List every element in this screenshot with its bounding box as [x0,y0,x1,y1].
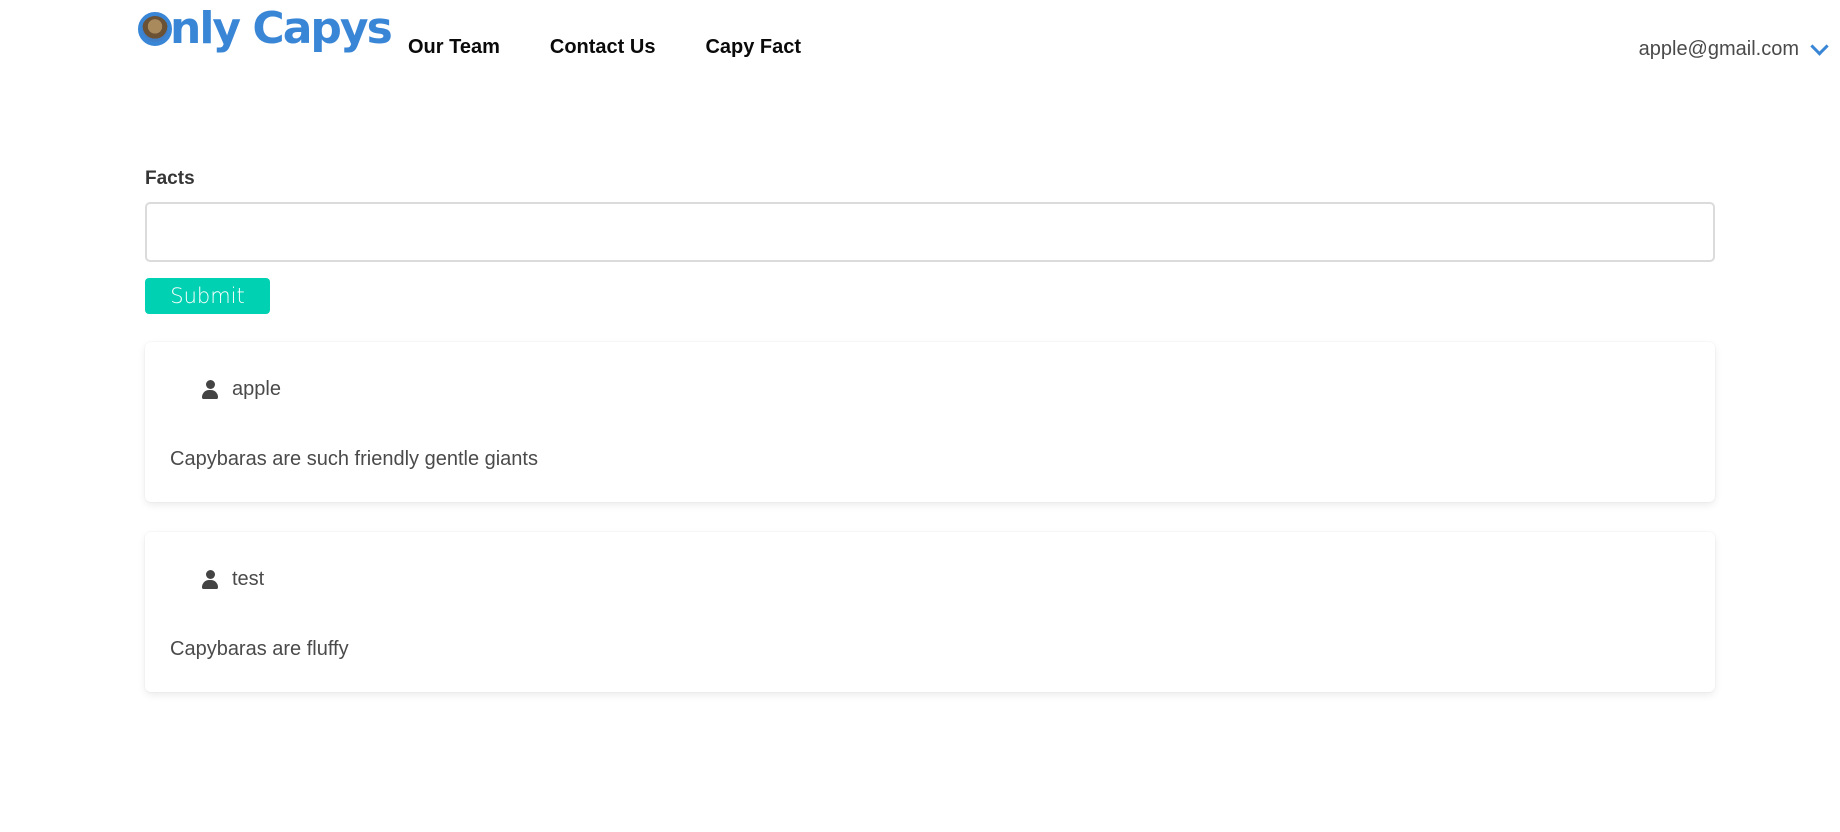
submit-button[interactable]: Submit [145,278,270,314]
nav-link-our-team[interactable]: Our Team [408,36,500,59]
main-content: Facts Submit apple Capybaras are such fr… [145,168,1715,692]
chevron-down-icon [1810,37,1829,56]
capybara-avatar-icon [138,12,172,46]
nav-link-contact-us[interactable]: Contact Us [550,36,656,59]
fact-author: test [202,568,264,591]
facts-label: Facts [145,168,195,189]
fact-text: Capybaras are such friendly gentle giant… [170,448,538,470]
fact-text: Capybaras are fluffy [170,638,349,660]
facts-input[interactable] [145,202,1715,262]
top-navbar: nly Capys Our Team Contact Us Capy Fact … [0,0,1840,104]
user-menu-dropdown[interactable]: apple@gmail.com [1638,37,1834,61]
fact-author: apple [202,378,281,401]
user-email: apple@gmail.com [1638,38,1799,60]
fact-card: test Capybaras are fluffy [145,532,1715,692]
nav-links: Our Team Contact Us Capy Fact [383,36,826,59]
fact-card: apple Capybaras are such friendly gentle… [145,342,1715,502]
brand-logo-text: nly Capys [170,3,393,54]
fact-author-name: test [232,568,265,590]
user-icon [202,569,218,590]
user-icon [202,379,218,400]
fact-author-name: apple [232,378,281,400]
brand-logo[interactable]: nly Capys [138,3,393,54]
nav-link-capy-fact[interactable]: Capy Fact [705,36,801,59]
